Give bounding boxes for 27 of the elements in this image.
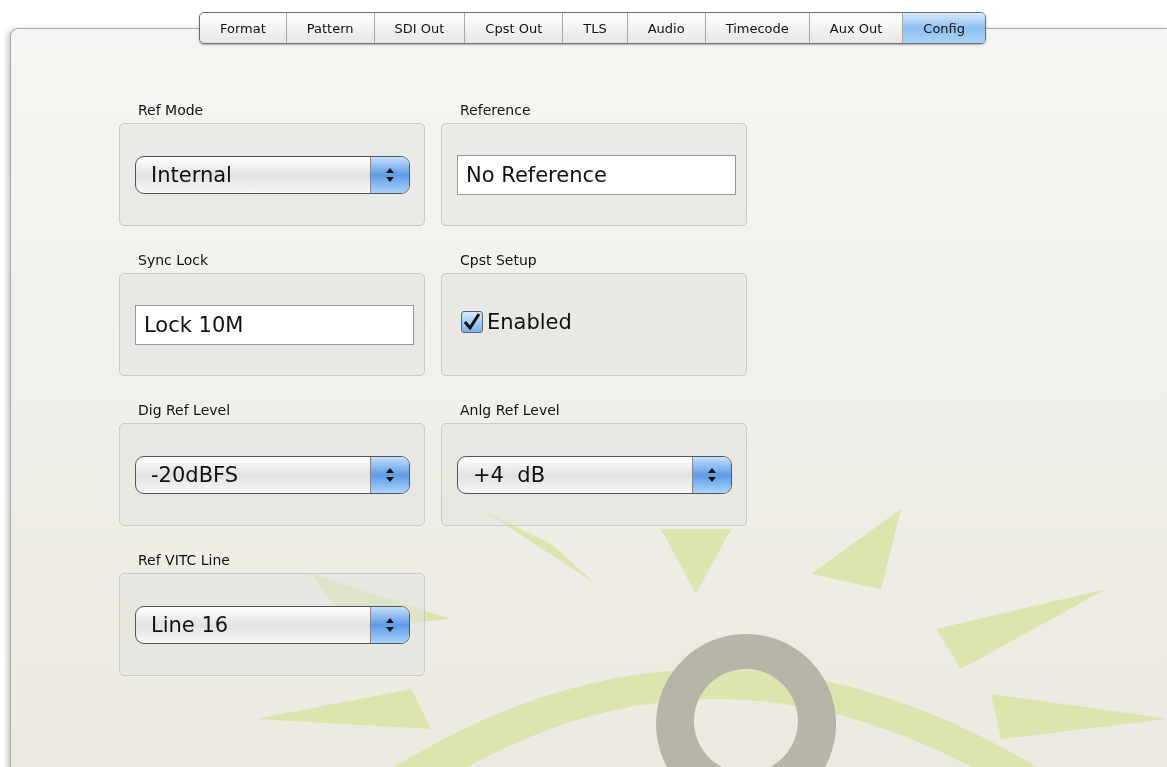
tab[interactable]: SDI Out — [374, 13, 466, 43]
tab[interactable]: Config — [903, 13, 986, 43]
text-field[interactable]: No Reference — [457, 154, 736, 195]
tab[interactable]: Cpst Out — [465, 13, 564, 43]
group-label: Sync Lock — [137, 251, 210, 270]
checkmark-icon — [463, 313, 481, 331]
tab[interactable]: TLS — [563, 13, 628, 43]
group-label: Ref VITC Line — [137, 551, 231, 570]
popup-menu[interactable]: Internal — [135, 155, 410, 194]
checkbox[interactable] — [461, 311, 483, 333]
tab[interactable]: Audio — [627, 13, 706, 43]
group-label: Cpst Setup — [459, 251, 538, 270]
up-down-arrows-icon — [385, 166, 395, 183]
up-down-arrows-icon — [385, 616, 395, 633]
popup-menu[interactable]: -20dBFS — [135, 455, 410, 494]
text-field[interactable]: Lock 10M — [135, 304, 414, 345]
tab[interactable]: Timecode — [705, 13, 810, 43]
group-label: Ref Mode — [137, 101, 205, 120]
up-down-arrows-icon — [385, 466, 395, 483]
popup-menu[interactable]: +4 dB — [457, 455, 732, 494]
up-down-arrows-icon — [707, 466, 717, 483]
popup-menu[interactable]: Line 16 — [135, 605, 410, 644]
group-label: Reference — [459, 101, 532, 120]
group-label: Anlg Ref Level — [459, 401, 561, 420]
tab[interactable]: Pattern — [286, 13, 375, 43]
group-label: Dig Ref Level — [137, 401, 232, 420]
checkbox-label[interactable]: Enabled — [487, 310, 572, 334]
